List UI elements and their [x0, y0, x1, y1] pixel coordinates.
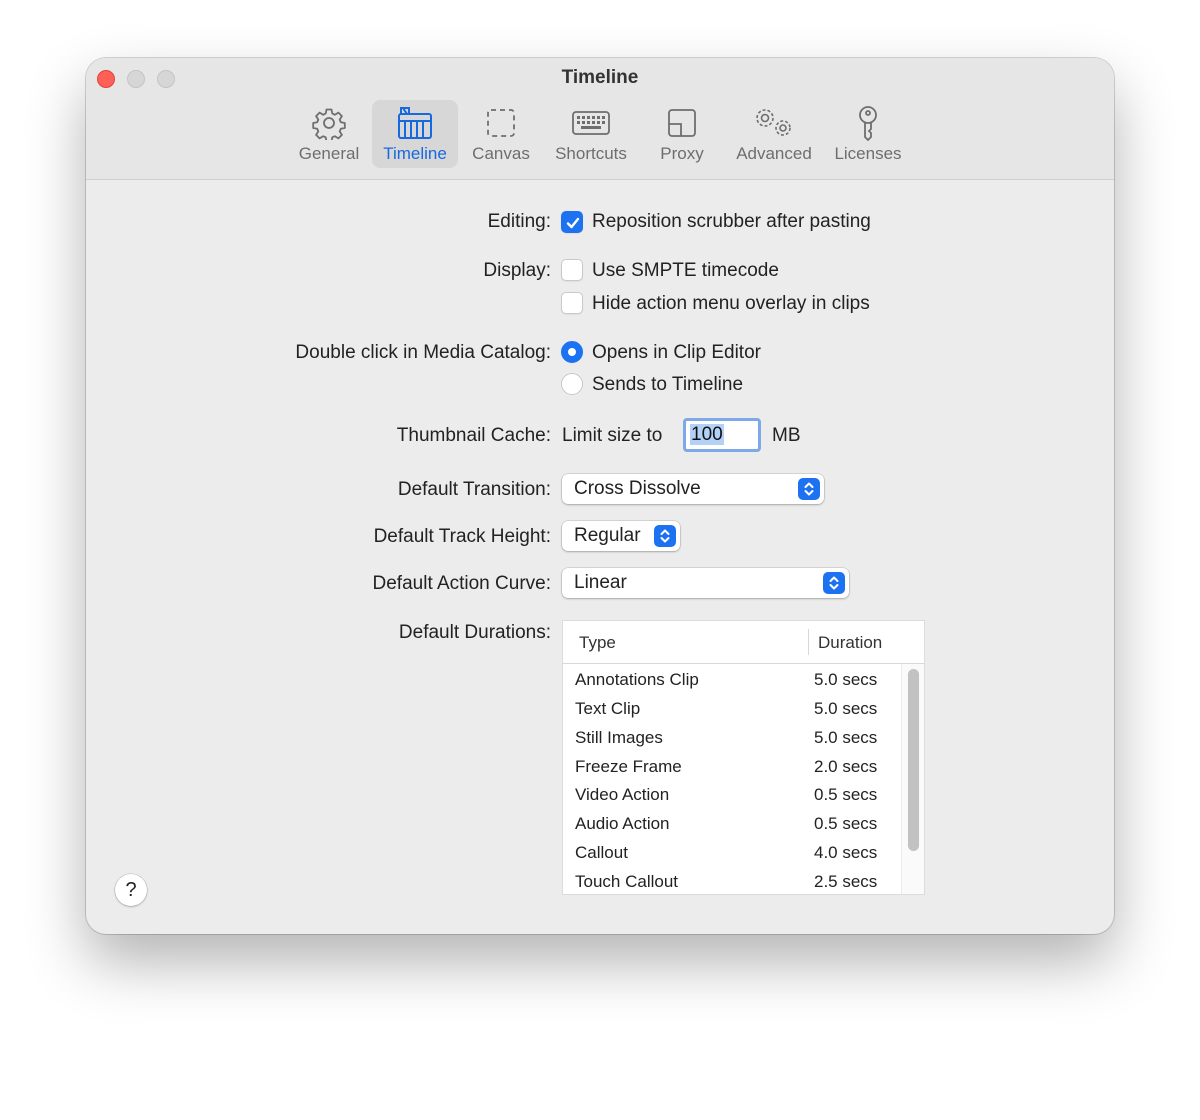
double-click-label: Double click in Media Catalog:	[295, 342, 551, 363]
default-transition-popup[interactable]: Cross Dissolve	[562, 474, 824, 504]
megabytes-unit: MB	[772, 425, 801, 446]
reposition-scrubber-label[interactable]: Reposition scrubber after pasting	[592, 211, 871, 233]
keyboard-icon	[571, 105, 611, 141]
row-type: Audio Action	[575, 814, 670, 833]
key-icon	[855, 105, 881, 141]
row-duration[interactable]: 2.0 secs	[814, 757, 877, 777]
dashed-square-icon	[485, 105, 517, 141]
row-type: Touch Callout	[575, 872, 679, 891]
tab-timeline[interactable]: Timeline	[372, 100, 458, 168]
column-header-duration[interactable]: Duration	[818, 633, 882, 653]
tab-licenses[interactable]: Licenses	[824, 100, 912, 168]
row-duration[interactable]: 0.5 secs	[814, 785, 877, 805]
column-divider[interactable]	[808, 629, 809, 655]
default-durations-label: Default Durations:	[398, 622, 551, 643]
row-duration[interactable]: 0.5 secs	[814, 814, 877, 834]
table-row[interactable]: Freeze Frame 2.0 secs	[563, 753, 924, 782]
default-action-curve-label: Default Action Curve:	[372, 573, 551, 594]
row-type: Video Action	[575, 785, 670, 804]
smpte-timecode-label[interactable]: Use SMPTE timecode	[592, 260, 779, 282]
display-label: Display:	[483, 260, 551, 281]
tab-general-label: General	[298, 144, 360, 163]
hide-action-menu-checkbox[interactable]	[561, 292, 583, 314]
row-duration[interactable]: 5.0 secs	[814, 670, 877, 690]
table-row[interactable]: Annotations Clip 5.0 secs	[563, 666, 924, 695]
thumbnail-size-value: 100	[690, 424, 724, 445]
row-type: Annotations Clip	[575, 670, 699, 689]
checkmark-icon	[566, 217, 580, 229]
chevron-updown-icon	[654, 525, 676, 547]
reposition-scrubber-checkbox[interactable]	[561, 211, 583, 233]
row-duration[interactable]: 4.0 secs	[814, 843, 877, 863]
table-row[interactable]: Callout 4.0 secs	[563, 839, 924, 868]
tab-proxy-label: Proxy	[660, 144, 704, 163]
chevron-updown-icon	[823, 572, 845, 594]
tab-timeline-label: Timeline	[383, 144, 447, 163]
default-track-height-popup[interactable]: Regular	[562, 521, 680, 551]
hide-action-menu-label[interactable]: Hide action menu overlay in clips	[592, 293, 870, 315]
row-duration[interactable]: 5.0 secs	[814, 699, 877, 719]
clapperboard-icon	[397, 105, 433, 141]
thumbnail-size-input[interactable]: 100	[683, 418, 761, 452]
limit-size-label: Limit size to	[562, 425, 663, 446]
default-track-height-value: Regular	[574, 525, 641, 546]
default-transition-value: Cross Dissolve	[574, 478, 701, 499]
thumbnail-cache-label: Thumbnail Cache:	[396, 425, 551, 446]
table-header: Type Duration	[563, 621, 924, 664]
row-duration[interactable]: 5.0 secs	[814, 728, 877, 748]
default-track-height-label: Default Track Height:	[373, 526, 551, 547]
table-scrollbar[interactable]	[901, 664, 924, 894]
smpte-timecode-checkbox[interactable]	[561, 259, 583, 281]
tab-advanced[interactable]: Advanced	[728, 100, 820, 168]
row-type: Still Images	[575, 728, 663, 747]
tab-licenses-label: Licenses	[834, 144, 902, 163]
gears-icon	[752, 105, 796, 141]
gear-icon	[312, 105, 346, 141]
proxy-icon	[666, 105, 698, 141]
durations-table[interactable]: Type Duration Annotations Clip 5.0 secs …	[562, 620, 925, 895]
tab-proxy[interactable]: Proxy	[644, 100, 720, 168]
tab-general[interactable]: General	[290, 100, 368, 168]
preferences-window: Timeline General Timeline Canvas Shortcu…	[86, 58, 1114, 934]
tab-canvas[interactable]: Canvas	[462, 100, 540, 168]
help-button[interactable]: ?	[115, 874, 147, 906]
default-action-curve-popup[interactable]: Linear	[562, 568, 849, 598]
row-type: Freeze Frame	[575, 757, 682, 776]
default-transition-label: Default Transition:	[397, 479, 551, 500]
row-type: Text Clip	[575, 699, 641, 718]
table-row[interactable]: Text Clip 5.0 secs	[563, 695, 924, 724]
table-row[interactable]: Audio Action 0.5 secs	[563, 810, 924, 839]
tab-shortcuts[interactable]: Shortcuts	[544, 100, 638, 168]
tab-advanced-label: Advanced	[736, 144, 812, 163]
table-row[interactable]: Still Images 5.0 secs	[563, 724, 924, 753]
sends-to-timeline-radio[interactable]	[561, 373, 583, 395]
opens-in-clip-editor-radio[interactable]	[561, 341, 583, 363]
editing-label: Editing:	[487, 211, 551, 232]
tab-canvas-label: Canvas	[472, 144, 530, 163]
column-header-type[interactable]: Type	[579, 633, 616, 653]
row-type: Callout	[575, 843, 628, 862]
window-title: Timeline	[561, 67, 639, 88]
scrollbar-thumb[interactable]	[908, 669, 919, 851]
table-row[interactable]: Video Action 0.5 secs	[563, 781, 924, 810]
tab-shortcuts-label: Shortcuts	[555, 144, 627, 163]
table-row[interactable]: Touch Callout 2.5 secs	[563, 868, 924, 894]
titlebar: Timeline General Timeline Canvas Shortcu…	[86, 58, 1114, 180]
row-duration[interactable]: 2.5 secs	[814, 872, 877, 892]
opens-in-clip-editor-label[interactable]: Opens in Clip Editor	[592, 342, 761, 364]
chevron-updown-icon	[798, 478, 820, 500]
default-action-curve-value: Linear	[574, 572, 627, 593]
sends-to-timeline-label: Sends to Timeline	[592, 374, 744, 395]
